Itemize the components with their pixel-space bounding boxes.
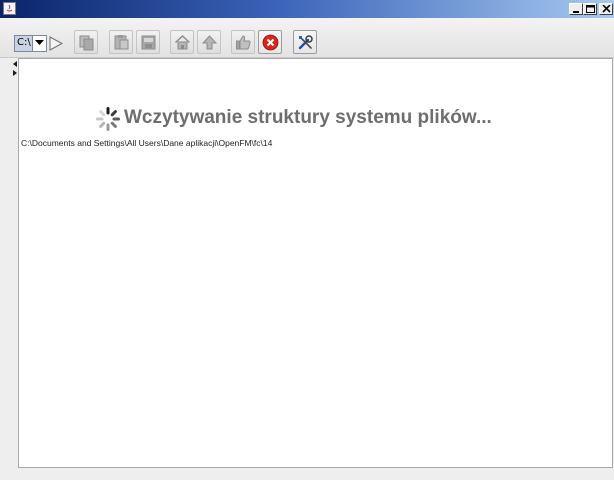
- maximize-icon: [586, 5, 595, 13]
- tools-icon: [298, 35, 313, 50]
- drive-select-value: C:\: [17, 37, 31, 48]
- spinner-icon: [96, 107, 120, 131]
- copy-button[interactable]: [74, 30, 98, 54]
- close-button[interactable]: [599, 3, 613, 15]
- stop-button[interactable]: [258, 30, 282, 54]
- disk-icon: [141, 35, 156, 50]
- up-button[interactable]: [197, 30, 221, 54]
- go-button[interactable]: [48, 35, 64, 52]
- java-app-icon[interactable]: [3, 2, 16, 15]
- home-icon: [174, 34, 191, 50]
- chevron-down-icon[interactable]: [32, 36, 46, 51]
- loading-message: Wczytywanie struktury systemu plików...: [124, 107, 492, 128]
- thumbs-up-icon: [236, 35, 251, 50]
- drive-select[interactable]: C:\: [14, 35, 47, 52]
- toolbar: C:\: [0, 18, 614, 58]
- copy-icon: [79, 35, 94, 51]
- app-window: C:\ Wczytywanie struktury systemu plików…: [0, 0, 614, 480]
- title-bar[interactable]: [0, 0, 614, 18]
- like-button[interactable]: [231, 30, 255, 54]
- minimize-icon: [573, 11, 579, 13]
- paste-button[interactable]: [109, 30, 133, 54]
- up-arrow-icon: [201, 35, 218, 50]
- paste-icon: [114, 35, 129, 50]
- minimize-button[interactable]: [569, 3, 583, 15]
- close-icon: [602, 5, 611, 13]
- save-button[interactable]: [136, 30, 160, 54]
- stop-icon: [262, 34, 279, 51]
- home-button[interactable]: [170, 30, 194, 54]
- settings-button[interactable]: [293, 30, 317, 54]
- file-tree-panel[interactable]: Wczytywanie struktury systemu plików... …: [18, 58, 613, 468]
- current-path: C:\Documents and Settings\All Users\Dane…: [21, 138, 273, 148]
- maximize-button[interactable]: [583, 3, 597, 15]
- play-icon: [49, 36, 64, 51]
